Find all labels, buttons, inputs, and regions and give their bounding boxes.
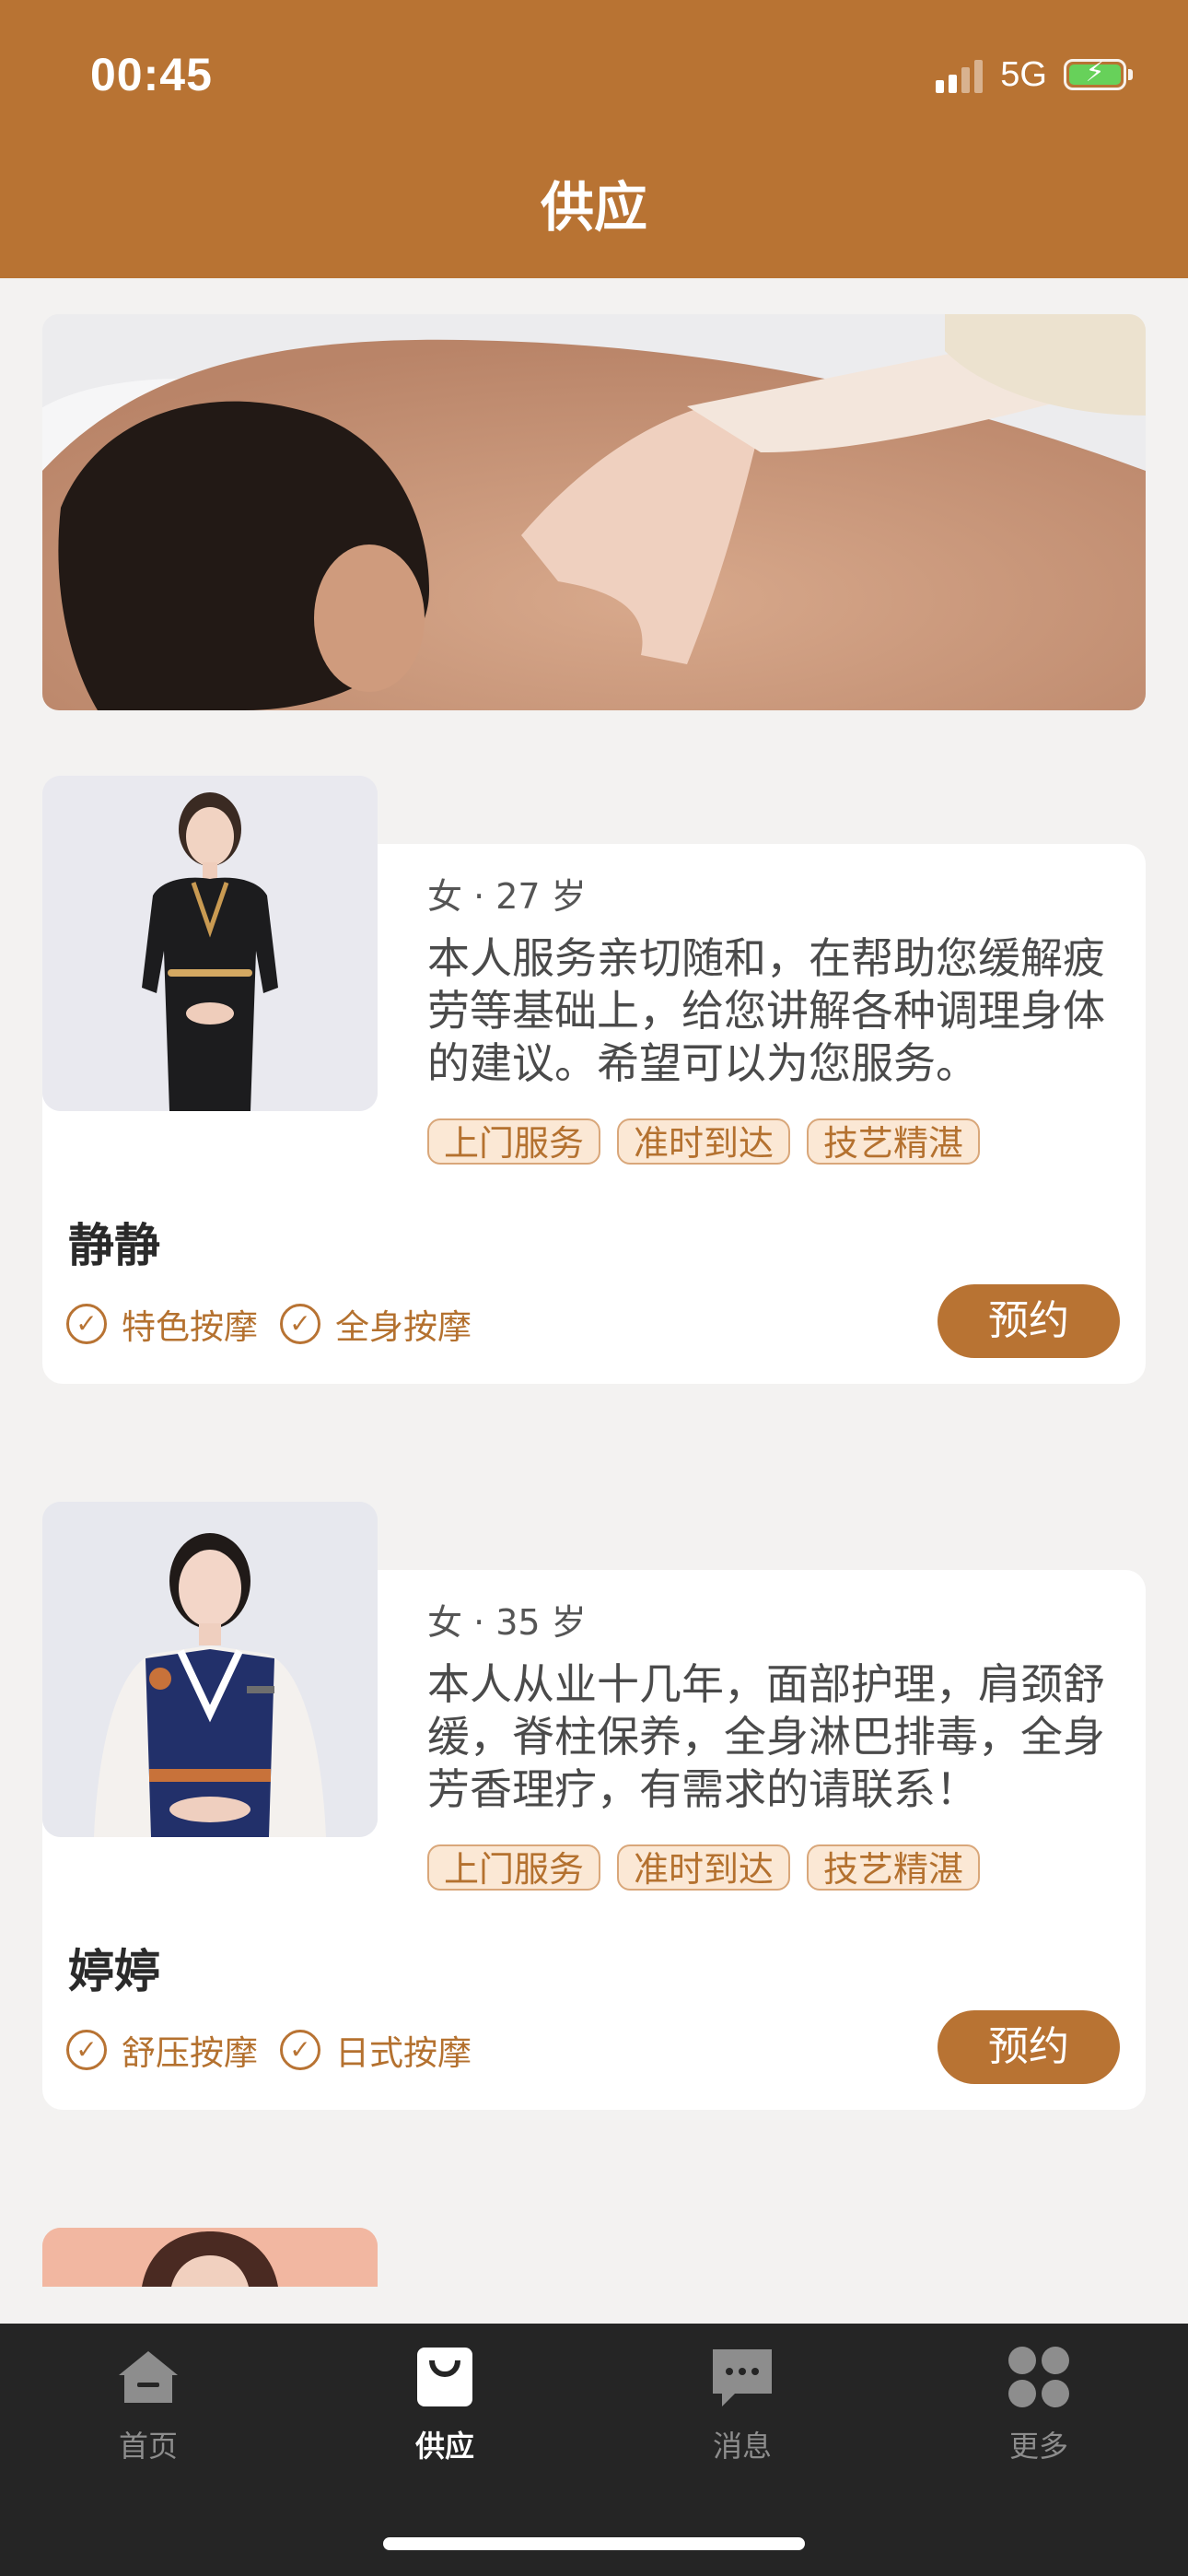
tab-label: 供应	[414, 2429, 474, 2464]
tab-label: 消息	[712, 2429, 772, 2464]
book-button[interactable]: 预约	[938, 2010, 1120, 2084]
battery-icon: ⚡	[1064, 56, 1126, 90]
tab-label: 首页	[118, 2429, 178, 2464]
check-circle-icon: ✓	[280, 2030, 320, 2070]
service-label: 全身按摩	[335, 1307, 472, 1347]
provider-meta: 女 · 35 岁	[427, 1602, 587, 1643]
provider-card[interactable]: 女 · 35 岁 本人从业十几年，面部护理，肩颈舒缓，脊柱保养，全身淋巴排毒，全…	[42, 1502, 1146, 2110]
check-circle-icon: ✓	[66, 1304, 107, 1344]
home-icon	[119, 2351, 178, 2403]
check-circle-icon: ✓	[66, 2030, 107, 2070]
service-label: 日式按摩	[335, 2033, 472, 2073]
book-button[interactable]: 预约	[938, 1284, 1120, 1358]
provider-photo-partial[interactable]	[42, 2228, 378, 2287]
provider-services: ✓ 特色按摩 ✓ 全身按摩	[66, 1299, 494, 1349]
provider-tags: 上门服务 准时到达 技艺精湛	[427, 1844, 996, 1891]
service-item: ✓ 全身按摩	[280, 1299, 472, 1349]
service-item: ✓ 日式按摩	[280, 2025, 472, 2075]
signal-icon	[936, 56, 987, 93]
provider-meta: 女 · 27 岁	[427, 876, 587, 917]
service-label: 特色按摩	[122, 1307, 258, 1347]
page-title: 供应	[540, 176, 647, 239]
tab-label: 更多	[1008, 2429, 1068, 2464]
tab-supply[interactable]: 供应	[353, 2342, 537, 2465]
tab-messages[interactable]: 消息	[650, 2342, 834, 2465]
bag-icon	[417, 2348, 472, 2406]
provider-description: 本人从业十几年，面部护理，肩颈舒缓，脊柱保养，全身淋巴排毒，全身芳香理疗，有需求…	[427, 1659, 1105, 1814]
provider-services: ✓ 舒压按摩 ✓ 日式按摩	[66, 2025, 494, 2075]
provider-description: 本人服务亲切随和，在帮助您缓解疲劳等基础上，给您讲解各种调理身体的建议。希望可以…	[427, 933, 1105, 1088]
tag-onsite: 上门服务	[427, 1118, 601, 1165]
network-label: 5G	[1000, 54, 1047, 94]
banner-image[interactable]	[42, 314, 1146, 710]
tab-more[interactable]: 更多	[947, 2342, 1131, 2465]
app-header: 00:45 5G ⚡ 供应	[0, 0, 1188, 278]
home-indicator	[383, 2537, 805, 2550]
provider-tags: 上门服务 准时到达 技艺精湛	[427, 1118, 996, 1165]
tag-on-time: 准时到达	[617, 1844, 791, 1891]
status-time: 00:45	[90, 49, 213, 100]
more-icon	[1008, 2347, 1069, 2407]
provider-card[interactable]: 女 · 27 岁 本人服务亲切随和，在帮助您缓解疲劳等基础上，给您讲解各种调理身…	[42, 776, 1146, 1384]
check-circle-icon: ✓	[280, 1304, 320, 1344]
provider-name: 静静	[68, 1219, 160, 1272]
provider-photo[interactable]	[42, 1502, 378, 1837]
service-item: ✓ 特色按摩	[66, 1299, 258, 1349]
tag-skilled: 技艺精湛	[807, 1844, 981, 1891]
service-label: 舒压按摩	[122, 2033, 258, 2073]
tag-on-time: 准时到达	[617, 1118, 791, 1165]
service-item: ✓ 舒压按摩	[66, 2025, 258, 2075]
tag-onsite: 上门服务	[427, 1844, 601, 1891]
status-indicators: 5G ⚡	[936, 52, 1133, 98]
provider-name: 婷婷	[68, 1945, 160, 1998]
tab-home[interactable]: 首页	[56, 2342, 240, 2465]
tag-skilled: 技艺精湛	[807, 1118, 981, 1165]
message-icon	[713, 2349, 772, 2406]
provider-photo[interactable]	[42, 776, 378, 1111]
